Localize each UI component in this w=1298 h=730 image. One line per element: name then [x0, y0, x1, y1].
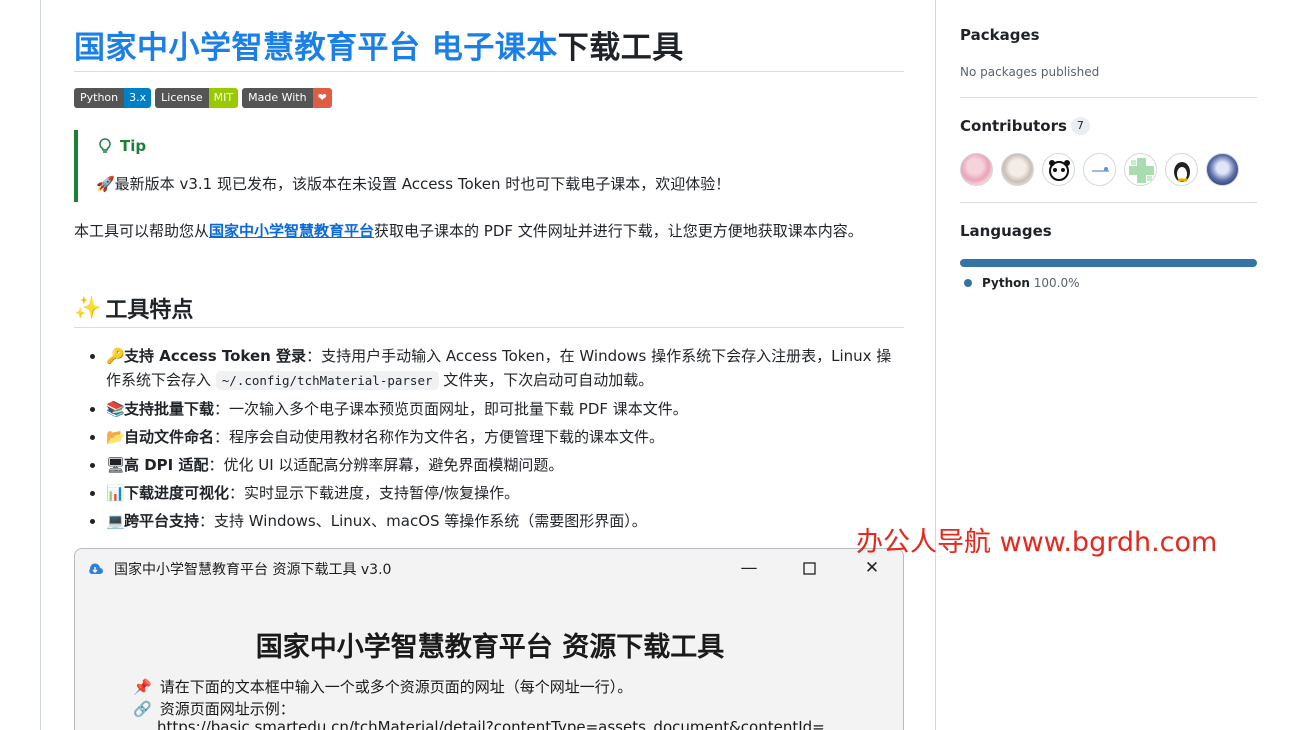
maximize-icon[interactable]: [797, 557, 821, 579]
made-with-badge[interactable]: Made With ❤: [242, 88, 332, 108]
sidebar-divider-2: [960, 202, 1257, 203]
contributors-heading[interactable]: Contributors 7: [960, 117, 1090, 135]
feature-title: 高 DPI 适配: [124, 456, 209, 474]
sidebar-divider-1: [960, 97, 1257, 98]
contributors-count: 7: [1070, 117, 1090, 135]
features-heading: ✨ 工具特点: [74, 292, 193, 324]
language-percent: 100.0%: [1033, 276, 1080, 290]
avatar[interactable]: [960, 153, 993, 186]
list-item: 🖥高 DPI 适配：优化 UI 以适配高分辨率屏幕，避免界面模糊问题。: [88, 453, 904, 477]
list-item: 📂自动文件命名：程序会自动使用教材名称作为文件名，方便管理下载的课本文件。: [88, 425, 904, 449]
example-label-line: 🔗 资源页面网址示例：: [133, 698, 295, 719]
tip-callout: Tip 🚀最新版本 v3.1 现已发布，该版本在未设置 Access Token…: [74, 130, 904, 202]
badge-label: Python: [74, 88, 125, 108]
window-heading: 国家中小学智慧教育平台 资源下载工具: [255, 632, 725, 663]
features-heading-text: 工具特点: [105, 298, 194, 323]
key-icon: 🔑: [106, 347, 125, 365]
pushpin-icon: 📌: [133, 677, 152, 696]
intro-text-after: 获取电子课本的 PDF 文件网址并进行下载，让您更方便地获取课本内容。: [374, 222, 863, 240]
title-black: 下载工具: [557, 30, 684, 66]
badge-label: License: [155, 88, 209, 108]
badge-value: MIT: [208, 88, 239, 108]
intro-text-before: 本工具可以帮助您从: [74, 222, 210, 240]
list-item: 📊下载进度可视化：实时显示下载进度，支持暂停/恢复操作。: [88, 481, 904, 505]
features-divider: [74, 327, 904, 328]
license-badge[interactable]: License MIT: [155, 88, 239, 108]
contributors-avatars: [960, 153, 1239, 186]
title-blue: 国家中小学智慧教育平台 电子课本: [74, 30, 558, 66]
feature-text: ：优化 UI 以适配高分辨率屏幕，避免界面模糊问题。: [208, 456, 564, 474]
contributors-heading-text: Contributors: [960, 117, 1067, 135]
sparkles-icon: ✨: [74, 295, 102, 321]
python-color-dot: [964, 279, 972, 287]
instruction-text: 请在下面的文本框中输入一个或多个资源页面的网址（每个网址一行）。: [159, 678, 633, 696]
tip-text: 🚀最新版本 v3.1 现已发布，该版本在未设置 Access Token 时也可…: [96, 175, 731, 193]
window-title: 国家中小学智慧教育平台 资源下载工具 v3.0: [114, 562, 392, 578]
minimize-icon[interactable]: —: [737, 557, 761, 579]
app-screenshot-window: 国家中小学智慧教育平台 资源下载工具 v3.0 — ✕ 国家中小学智慧教育平台 …: [74, 548, 904, 730]
feature-title: 跨平台支持: [124, 512, 200, 530]
feature-title: 下载进度可视化: [124, 484, 230, 502]
title-divider: [74, 71, 904, 72]
page-title: 国家中小学智慧教育平台 电子课本下载工具: [74, 22, 684, 67]
feature-title: 自动文件命名: [124, 428, 215, 446]
feature-text: ：程序会自动使用教材名称作为文件名，方便管理下载的课本文件。: [214, 428, 665, 446]
badge-value: 3.x: [124, 88, 152, 108]
avatar[interactable]: [1042, 153, 1075, 186]
heart-icon: ❤: [312, 88, 332, 108]
packages-heading[interactable]: Packages: [960, 26, 1040, 44]
example-url: https://basic.smartedu.cn/tchMaterial/de…: [157, 718, 825, 730]
monitor-icon: 🖥: [106, 456, 126, 474]
platform-link[interactable]: 国家中小学智慧教育平台: [209, 222, 374, 240]
packages-text: No packages published: [960, 65, 1100, 79]
list-item: 🔑支持 Access Token 登录：支持用户手动输入 Access Toke…: [88, 344, 904, 393]
feature-title: 支持批量下载: [124, 400, 215, 418]
list-item: 💻跨平台支持：支持 Windows、Linux、macOS 等操作系统（需要图形…: [88, 509, 904, 533]
python-badge[interactable]: Python 3.x: [74, 88, 152, 108]
languages-heading: Languages: [960, 222, 1052, 240]
example-label: 资源页面网址示例：: [159, 700, 295, 718]
features-list: 🔑支持 Access Token 登录：支持用户手动输入 Access Toke…: [88, 344, 904, 537]
bar-chart-icon: 📊: [106, 484, 125, 502]
language-bar: [960, 259, 1257, 267]
folder-icon: 📂: [106, 428, 125, 446]
laptop-icon: 💻: [106, 512, 125, 530]
watermark: 办公人导航 www.bgrdh.com: [856, 527, 1218, 558]
feature-text: ：实时显示下载进度，支持暂停/恢复操作。: [229, 484, 520, 502]
avatar[interactable]: [1206, 153, 1239, 186]
books-icon: 📚: [106, 400, 125, 418]
feature-text: ：支持 Windows、Linux、macOS 等操作系统（需要图形界面）。: [199, 512, 647, 530]
avatar[interactable]: [1001, 153, 1034, 186]
avatar[interactable]: [1083, 153, 1116, 186]
list-item: 📚支持批量下载：一次输入多个电子课本预览页面网址，即可批量下载 PDF 课本文件…: [88, 397, 904, 421]
config-path-code: ~/.config/tchMaterial-parser: [215, 371, 439, 390]
feature-text: 文件夹，下次启动可自动加载。: [438, 371, 654, 389]
badge-row: Python 3.x License MIT Made With ❤: [74, 88, 332, 108]
sidebar-divider: [935, 0, 936, 730]
avatar[interactable]: [1165, 153, 1198, 186]
app-icon: [89, 563, 103, 574]
link-icon: 🔗: [133, 699, 152, 718]
feature-title: 支持 Access Token 登录: [124, 347, 307, 365]
badge-label: Made With: [242, 88, 313, 108]
language-item-python[interactable]: Python 100.0%: [964, 276, 1080, 290]
content-left-border: [40, 0, 41, 730]
lightbulb-icon: [99, 138, 111, 153]
intro-paragraph: 本工具可以帮助您从国家中小学智慧教育平台获取电子课本的 PDF 文件网址并进行下…: [74, 219, 904, 243]
feature-text: ：一次输入多个电子课本预览页面网址，即可批量下载 PDF 课本文件。: [214, 400, 688, 418]
avatar[interactable]: [1124, 153, 1157, 186]
window-titlebar: 国家中小学智慧教育平台 资源下载工具 v3.0 — ✕: [75, 549, 903, 587]
tip-header: Tip: [98, 137, 146, 155]
close-icon[interactable]: ✕: [860, 557, 884, 579]
instruction-line: 📌 请在下面的文本框中输入一个或多个资源页面的网址（每个网址一行）。: [133, 676, 632, 697]
language-name: Python: [982, 276, 1030, 290]
tip-label: Tip: [120, 137, 147, 155]
